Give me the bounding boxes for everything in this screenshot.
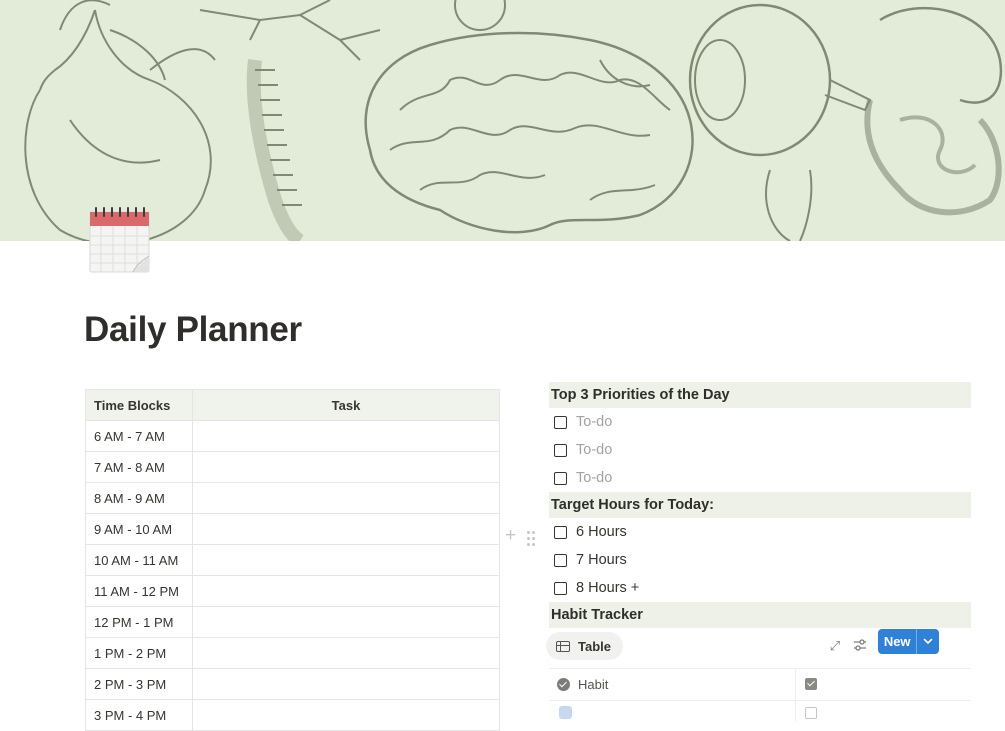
- todo-item[interactable]: To-do: [549, 436, 971, 464]
- checkbox[interactable]: [554, 415, 567, 429]
- spiral-calendar-icon[interactable]: [89, 204, 151, 274]
- time-blocks-header[interactable]: Time Blocks: [85, 389, 193, 421]
- time-block-cell[interactable]: 12 PM - 1 PM: [85, 606, 193, 638]
- sliders-icon[interactable]: [852, 638, 868, 654]
- todo-label[interactable]: 6 Hours: [576, 524, 627, 540]
- expand-icon[interactable]: ⤢: [827, 638, 843, 654]
- column-divider: [795, 701, 796, 721]
- drag-handle-icon[interactable]: [527, 531, 535, 546]
- time-block-cell[interactable]: 3 PM - 4 PM: [85, 699, 193, 731]
- time-block-cell[interactable]: 7 AM - 8 AM: [85, 451, 193, 483]
- page-icon: [559, 706, 572, 719]
- checkbox[interactable]: [554, 525, 567, 539]
- database-header-row: Habit: [549, 668, 971, 700]
- chevron-down-icon[interactable]: [916, 629, 939, 654]
- checkbox[interactable]: [554, 471, 567, 485]
- todo-label[interactable]: To-do: [576, 414, 612, 430]
- priorities-heading[interactable]: Top 3 Priorities of the Day: [549, 382, 971, 408]
- table-row: 11 AM - 12 PM: [85, 575, 500, 607]
- table-row[interactable]: [549, 700, 971, 721]
- checkbox-property-icon[interactable]: [805, 678, 817, 690]
- checkbox[interactable]: [554, 581, 567, 595]
- time-block-cell[interactable]: 10 AM - 11 AM: [85, 544, 193, 576]
- new-button[interactable]: New: [878, 629, 939, 654]
- block-handle: +: [505, 526, 541, 547]
- todo-label[interactable]: To-do: [576, 470, 612, 486]
- table-row: 12 PM - 1 PM: [85, 606, 500, 638]
- task-cell[interactable]: [192, 482, 500, 514]
- todo-item[interactable]: 7 Hours: [549, 546, 971, 574]
- todo-item[interactable]: To-do: [549, 464, 971, 492]
- todo-label[interactable]: 8 Hours +: [576, 580, 639, 596]
- time-block-cell[interactable]: 2 PM - 3 PM: [85, 668, 193, 700]
- time-block-cell[interactable]: 6 AM - 7 AM: [85, 420, 193, 452]
- task-cell[interactable]: [192, 451, 500, 483]
- view-tab-table[interactable]: Table: [546, 632, 623, 660]
- time-blocks-table: Time Blocks Task 6 AM - 7 AM 7 AM - 8 AM…: [85, 389, 500, 731]
- view-tab-label: Table: [578, 638, 611, 654]
- table-row: 9 AM - 10 AM: [85, 513, 500, 545]
- column-divider: [795, 669, 796, 700]
- table-row: 10 AM - 11 AM: [85, 544, 500, 576]
- todo-item[interactable]: 6 Hours: [549, 518, 971, 546]
- task-cell[interactable]: [192, 575, 500, 607]
- todo-item[interactable]: To-do: [549, 408, 971, 436]
- database-view-bar: Table ⤢ New: [546, 628, 971, 666]
- time-block-cell[interactable]: 9 AM - 10 AM: [85, 513, 193, 545]
- checkbox[interactable]: [805, 707, 817, 719]
- task-cell[interactable]: [192, 606, 500, 638]
- task-cell[interactable]: [192, 699, 500, 731]
- table-row: 2 PM - 3 PM: [85, 668, 500, 700]
- task-cell[interactable]: [192, 637, 500, 669]
- status-icon: [557, 678, 570, 691]
- time-block-cell[interactable]: 8 AM - 9 AM: [85, 482, 193, 514]
- todo-label[interactable]: To-do: [576, 442, 612, 458]
- checkbox[interactable]: [554, 443, 567, 457]
- add-block-icon[interactable]: +: [505, 526, 516, 546]
- new-button-label[interactable]: New: [878, 629, 916, 654]
- checkbox[interactable]: [554, 553, 567, 567]
- todo-item[interactable]: 8 Hours +: [549, 574, 971, 602]
- habit-tracker-heading[interactable]: Habit Tracker: [549, 602, 971, 628]
- target-hours-heading[interactable]: Target Hours for Today:: [549, 492, 971, 518]
- table-row: 6 AM - 7 AM: [85, 420, 500, 452]
- task-cell[interactable]: [192, 544, 500, 576]
- task-header[interactable]: Task: [192, 389, 500, 421]
- table-row: 1 PM - 2 PM: [85, 637, 500, 669]
- todo-label[interactable]: 7 Hours: [576, 552, 627, 568]
- time-block-cell[interactable]: 11 AM - 12 PM: [85, 575, 193, 607]
- habit-column-header[interactable]: Habit: [578, 677, 608, 692]
- task-cell[interactable]: [192, 513, 500, 545]
- table-row: 8 AM - 9 AM: [85, 482, 500, 514]
- task-cell[interactable]: [192, 668, 500, 700]
- time-block-cell[interactable]: 1 PM - 2 PM: [85, 637, 193, 669]
- page-title[interactable]: Daily Planner: [84, 310, 302, 350]
- table-row: 7 AM - 8 AM: [85, 451, 500, 483]
- table-icon: [556, 640, 570, 652]
- table-header-row: Time Blocks Task: [85, 389, 500, 421]
- right-column: Top 3 Priorities of the Day To-do To-do …: [546, 382, 971, 721]
- task-cell[interactable]: [192, 420, 500, 452]
- table-row: 3 PM - 4 PM: [85, 699, 500, 731]
